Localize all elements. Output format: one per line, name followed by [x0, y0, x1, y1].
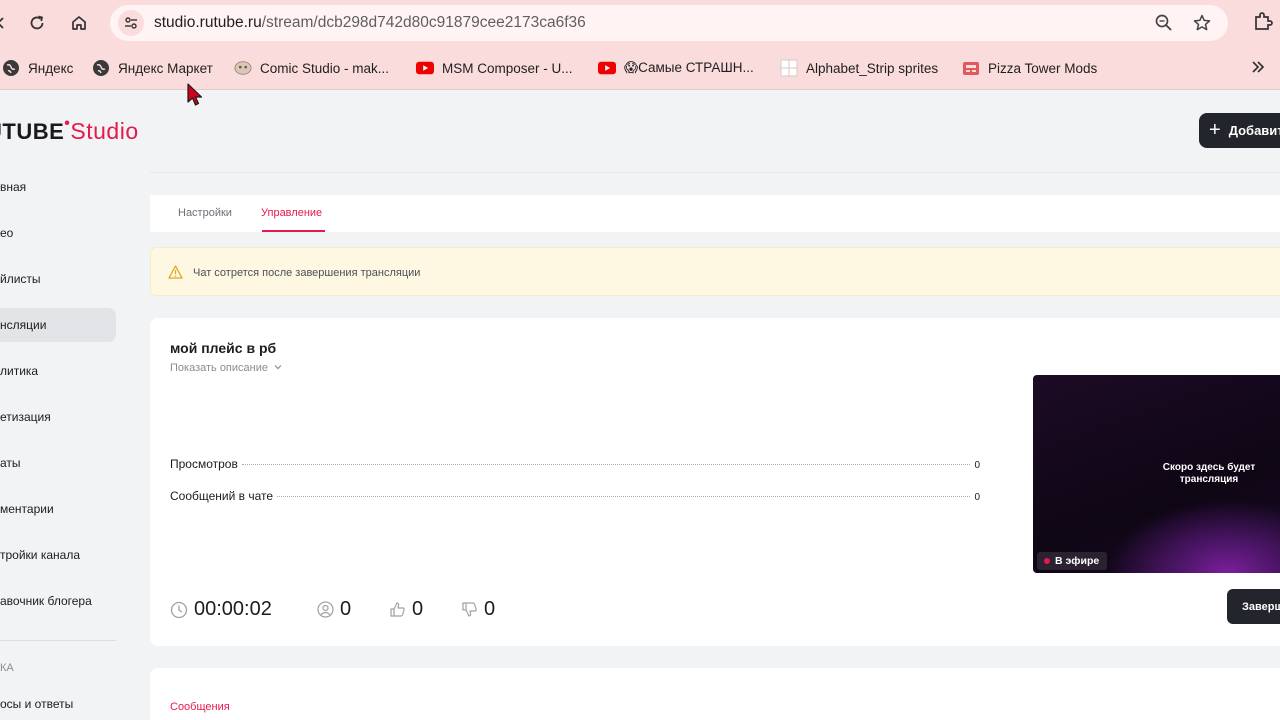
viewer-icon: [317, 601, 334, 618]
gamebanana-icon: [962, 59, 980, 77]
globe-icon: [2, 59, 20, 77]
bookmark-pizza-tower-mods[interactable]: Pizza Tower Mods: [962, 58, 1097, 78]
youtube-icon: [416, 59, 434, 77]
bookmark-scary-video[interactable]: 😱Самые СТРАШН...: [598, 58, 754, 78]
sidebar-item-playlists[interactable]: йлисты: [0, 262, 116, 296]
sidebar-item-analytics[interactable]: литика: [0, 354, 116, 388]
reload-icon[interactable]: [24, 10, 50, 36]
address-bar[interactable]: studio.rutube.ru/stream/dcb298d742d80c91…: [110, 5, 1228, 41]
messages-card: Сообщения: [150, 668, 1280, 720]
chevron-down-icon: [274, 365, 282, 370]
bookmark-yandex[interactable]: Яндекс: [2, 58, 73, 78]
chat-warning-banner: Чат сотрется после завершения трансляции: [150, 247, 1280, 296]
browser-toolbar: studio.rutube.ru/stream/dcb298d742d80c91…: [0, 0, 1280, 46]
viewers-metric: 0: [317, 598, 351, 621]
stream-preview-player[interactable]: Скоро здесь будет трансляция В эфире: [1033, 375, 1280, 573]
back-icon[interactable]: [0, 10, 14, 36]
chat-messages-stat: Сообщений в чате 0: [170, 489, 980, 503]
rutube-studio-logo[interactable]: UTUBE•Studio: [0, 115, 139, 145]
warning-icon: [168, 265, 183, 284]
url-text[interactable]: studio.rutube.ru/stream/dcb298d742d80c91…: [154, 14, 586, 32]
thumbs-down-icon: [462, 602, 477, 617]
comic-studio-icon: [234, 59, 252, 77]
plus-icon: +: [1209, 119, 1221, 141]
site-settings-icon[interactable]: [118, 10, 144, 36]
sidebar-item-comments[interactable]: ментарии: [0, 492, 116, 526]
sidebar-section-label: КА: [0, 662, 14, 674]
thumbs-up-icon: [390, 602, 405, 617]
add-button[interactable]: + Добавить: [1199, 113, 1280, 148]
sidebar-item-channel-settings[interactable]: тройки канала: [0, 538, 116, 572]
likes-metric: 0: [389, 598, 423, 621]
bookmark-yandex-market[interactable]: Яндекс Маркет: [92, 58, 213, 78]
home-icon[interactable]: [66, 10, 92, 36]
sidebar-item-main[interactable]: вная: [0, 170, 116, 204]
tab-bar: Настройки Управление: [150, 195, 1280, 232]
sidebar-item-blogger-guide[interactable]: авочник блогера: [0, 584, 116, 618]
timer-metric: 00:00:02: [170, 598, 272, 621]
show-description-toggle[interactable]: Показать описание: [170, 362, 283, 374]
sidebar-item-chats[interactable]: аты: [0, 446, 116, 480]
sidebar-item-monetization[interactable]: етизация: [0, 400, 116, 434]
stream-card: мой плейс в рб Показать описание Просмот…: [150, 318, 1280, 646]
tab-management[interactable]: Управление: [261, 207, 322, 219]
clock-icon: [170, 601, 188, 618]
active-tab-indicator: [262, 230, 325, 232]
messages-label: Сообщения: [170, 701, 230, 713]
sidebar-item-video[interactable]: ео: [0, 216, 116, 250]
end-stream-button[interactable]: Заверш: [1227, 589, 1280, 624]
preview-placeholder-text: Скоро здесь будет трансляция: [1162, 462, 1256, 485]
stream-title: мой плейс в рб: [170, 340, 277, 356]
bookmark-star-icon[interactable]: [1192, 13, 1212, 38]
dislikes-metric: 0: [461, 598, 495, 621]
sidebar-divider: [0, 640, 116, 641]
globe-icon: [92, 59, 110, 77]
grid-icon: [780, 59, 798, 77]
mouse-cursor-icon: [187, 83, 205, 112]
chevron-double-right-icon[interactable]: [1250, 59, 1266, 80]
sidebar-item-streams[interactable]: нсляции: [0, 308, 116, 342]
zoom-icon[interactable]: [1154, 13, 1174, 38]
views-stat: Просмотров 0: [170, 457, 980, 471]
youtube-icon: [598, 59, 616, 77]
extensions-icon[interactable]: [1252, 10, 1274, 37]
bookmark-comic-studio[interactable]: Comic Studio - mak...: [234, 58, 389, 78]
live-badge: В эфире: [1037, 552, 1108, 570]
tab-settings[interactable]: Настройки: [178, 207, 232, 219]
sidebar-item-faq[interactable]: осы и ответы: [0, 687, 116, 720]
header-divider: [150, 172, 1280, 173]
bookmark-alphabet-strip[interactable]: Alphabet_Strip sprites: [780, 58, 938, 78]
bookmark-msm-composer[interactable]: MSM Composer - U...: [416, 58, 573, 78]
